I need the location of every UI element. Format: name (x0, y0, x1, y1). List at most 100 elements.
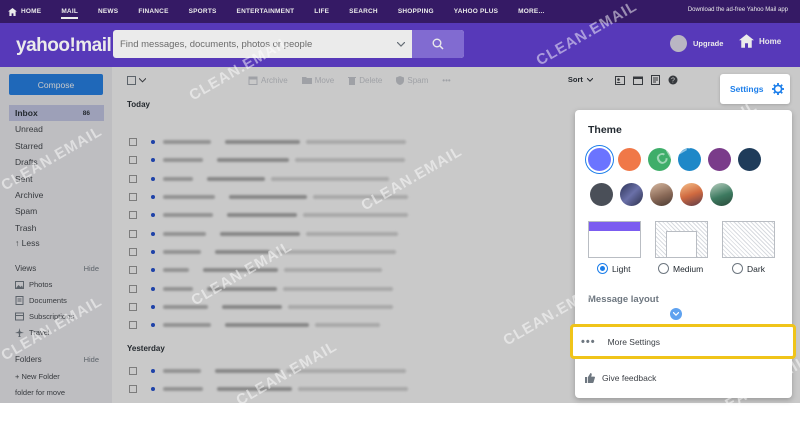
nav-home[interactable]: HOME (8, 7, 41, 16)
nav-news[interactable]: NEWS (98, 8, 118, 15)
nav-mail[interactable]: MAIL (61, 8, 78, 19)
table-row[interactable] (112, 280, 605, 298)
row-checkbox[interactable] (129, 211, 137, 219)
view-item-photos[interactable]: Photos (15, 280, 52, 289)
nav-yahoo-plus[interactable]: YAHOO PLUS (454, 8, 498, 15)
nav-finance[interactable]: FINANCE (138, 8, 168, 15)
row-checkbox[interactable] (129, 138, 137, 146)
adfree-app-link[interactable]: Download the ad-free Yahoo Mail app (688, 7, 788, 13)
sort-button[interactable]: Sort (568, 75, 594, 84)
select-all-checkbox[interactable] (127, 75, 146, 85)
layout-radio-medium[interactable]: Medium (658, 263, 703, 274)
table-row[interactable] (112, 298, 605, 316)
table-row[interactable] (112, 243, 605, 261)
nav-search[interactable]: SEARCH (349, 8, 378, 15)
theme-swatch-selected[interactable] (588, 148, 611, 171)
row-checkbox[interactable] (129, 321, 137, 329)
sidebar-item-archive[interactable]: Archive (9, 187, 104, 203)
message-layout-title: Message layout (588, 294, 659, 305)
row-checkbox[interactable] (129, 385, 137, 393)
avatar[interactable] (670, 35, 687, 52)
sidebar-item-less[interactable]: ↑ Less (9, 235, 104, 251)
layout-radio-light[interactable]: Light (597, 263, 630, 274)
settings-button[interactable]: Settings (720, 74, 790, 104)
view-item-subscriptions[interactable]: Subscriptions (15, 312, 74, 321)
delete-button[interactable]: Delete (348, 76, 382, 85)
more-actions-button[interactable]: ••• (442, 76, 450, 85)
table-row[interactable] (112, 133, 605, 151)
sidebar-item-folder-for-move[interactable]: folder for move (15, 388, 65, 397)
table-row[interactable] (112, 206, 605, 224)
sidebar-item-starred[interactable]: Starred (9, 138, 104, 154)
radio-icon (732, 263, 743, 274)
help-icon[interactable]: ? (668, 75, 678, 85)
table-row[interactable] (112, 362, 605, 380)
folders-hide-button[interactable]: Hide (84, 355, 99, 364)
table-row[interactable] (112, 398, 605, 403)
nav-entertainment[interactable]: ENTERTAINMENT (237, 8, 295, 15)
theme-swatch[interactable] (618, 148, 641, 171)
view-item-documents[interactable]: Documents (15, 296, 67, 305)
table-row[interactable] (112, 151, 605, 169)
theme-swatch-mountain-night[interactable] (620, 183, 643, 206)
archive-button[interactable]: Archive (248, 76, 288, 85)
table-row[interactable] (112, 316, 605, 334)
row-checkbox[interactable] (129, 230, 137, 238)
table-row[interactable] (112, 170, 605, 188)
table-row[interactable] (112, 188, 605, 206)
sidebar-item-inbox[interactable]: Inbox 86 (9, 105, 104, 121)
layout-card-light[interactable] (588, 221, 641, 258)
give-feedback-button[interactable]: Give feedback (575, 362, 792, 394)
theme-swatch[interactable] (738, 148, 761, 171)
sidebar-item-sent[interactable]: Sent (9, 171, 104, 187)
message-list: Today Yesterday (112, 93, 605, 403)
upgrade-link[interactable]: Upgrade (670, 35, 723, 52)
more-settings-button[interactable]: ••• More Settings (570, 324, 796, 359)
layout-radio-dark[interactable]: Dark (732, 263, 765, 274)
row-checkbox[interactable] (129, 303, 137, 311)
nav-life[interactable]: LIFE (314, 8, 329, 15)
calendar-icon[interactable] (633, 76, 643, 85)
compose-button[interactable]: Compose (9, 74, 103, 95)
row-checkbox[interactable] (129, 193, 137, 201)
spam-button[interactable]: Spam (396, 75, 428, 85)
scroll-down-button[interactable] (670, 308, 682, 320)
sidebar-item-drafts[interactable]: Drafts (9, 154, 104, 170)
move-button[interactable]: Move (301, 76, 334, 85)
home-link[interactable]: Home (739, 34, 781, 48)
theme-swatch-desert[interactable] (650, 183, 673, 206)
sidebar-item-unread[interactable]: Unread (9, 121, 104, 137)
yahoo-mail-logo[interactable]: yahoo!mail (16, 35, 112, 57)
row-checkbox[interactable] (129, 156, 137, 164)
row-checkbox[interactable] (129, 248, 137, 256)
notepad-icon[interactable] (651, 75, 660, 85)
views-hide-button[interactable]: Hide (84, 264, 99, 273)
search-input[interactable] (113, 30, 390, 58)
table-row[interactable] (112, 261, 605, 279)
contacts-icon[interactable] (615, 75, 625, 85)
theme-swatch-forest[interactable] (710, 183, 733, 206)
theme-swatch[interactable] (678, 148, 701, 171)
layout-card-dark[interactable] (722, 221, 775, 258)
search-options-button[interactable] (390, 30, 412, 58)
theme-swatch[interactable] (648, 148, 671, 171)
unread-dot-icon (151, 323, 155, 327)
nav-more[interactable]: MORE... (518, 8, 544, 15)
sidebar-item-spam[interactable]: Spam (9, 203, 104, 219)
layout-card-medium[interactable] (655, 221, 708, 258)
row-checkbox[interactable] (129, 266, 137, 274)
view-item-travel[interactable]: Travel (15, 328, 50, 337)
table-row[interactable] (112, 380, 605, 398)
nav-sports[interactable]: SPORTS (189, 8, 217, 15)
theme-swatch-sunset[interactable] (680, 183, 703, 206)
theme-swatch[interactable] (590, 183, 613, 206)
theme-swatch[interactable] (708, 148, 731, 171)
table-row[interactable] (112, 225, 605, 243)
row-checkbox[interactable] (129, 367, 137, 375)
nav-shopping[interactable]: SHOPPING (398, 8, 434, 15)
row-checkbox[interactable] (129, 285, 137, 293)
row-checkbox[interactable] (129, 175, 137, 183)
sidebar-item-trash[interactable]: Trash (9, 220, 104, 236)
search-button[interactable] (412, 30, 464, 58)
new-folder-button[interactable]: + New Folder (15, 372, 60, 381)
